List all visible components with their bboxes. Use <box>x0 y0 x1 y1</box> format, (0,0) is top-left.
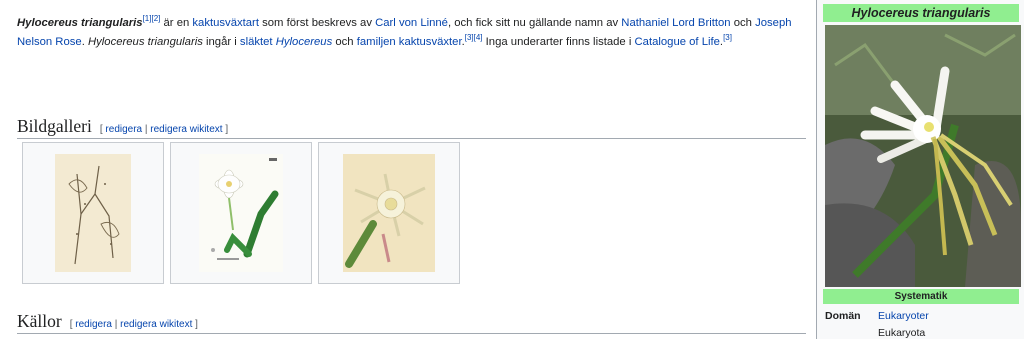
intro-text: som först beskrevs av <box>258 17 376 29</box>
link-genus-prefix[interactable]: släktet <box>240 36 276 48</box>
edit-link[interactable]: redigera <box>75 319 112 330</box>
edit-separator: | <box>111 319 121 330</box>
taxobox-row-value-link[interactable]: Eukaryoter <box>878 308 929 324</box>
gallery-item[interactable] <box>170 142 312 284</box>
intro-text: ingår i <box>202 36 240 48</box>
gallery-heading-title: Bildgalleri <box>17 116 92 136</box>
link-catalogue-of-life[interactable]: Catalogue of Life <box>635 36 720 48</box>
taxobox-title: Hylocereus triangularis <box>823 4 1019 22</box>
ref-link-3-4[interactable]: [3][4] <box>465 33 483 42</box>
link-cactus-species[interactable]: kaktusväxtart <box>192 17 259 29</box>
image-gallery <box>22 142 460 284</box>
intro-text: och <box>730 17 756 29</box>
ref-link-1-2[interactable]: [1][2] <box>143 14 161 23</box>
edit-links: [ redigera | redigera wikitext ] <box>100 124 228 135</box>
references-heading: Källor [ redigera | redigera wikitext ] <box>17 311 806 334</box>
taxobox-photo[interactable] <box>825 25 1021 287</box>
link-britton[interactable]: Nathaniel Lord Britton <box>621 17 730 29</box>
taxon-name: Hylocereus triangularis <box>17 17 143 29</box>
edit-wikitext-link[interactable]: redigera wikitext <box>150 124 222 135</box>
edit-bracket: ] <box>192 319 198 330</box>
link-genus[interactable]: släktet Hylocereus <box>240 36 332 48</box>
gallery-item[interactable] <box>318 142 460 284</box>
references-heading-title: Källor <box>17 311 62 331</box>
intro-text: Inga underarter finns listade i <box>482 36 635 48</box>
edit-bracket: ] <box>222 124 229 135</box>
gallery-item[interactable] <box>22 142 164 284</box>
taxon-name-italic: Hylocereus triangularis <box>87 36 203 48</box>
intro-text: , och fick sitt nu gällande namn av <box>447 17 622 29</box>
edit-links: [ redigera | redigera wikitext ] <box>70 319 198 330</box>
taxobox: Hylocereus triangularis Systematik Domän… <box>816 0 1024 339</box>
intro-text: är en <box>160 17 193 29</box>
article-intro: Hylocereus triangularis[1][2] är en kakt… <box>17 14 809 52</box>
link-genus-name[interactable]: Hylocereus <box>276 36 333 48</box>
taxobox-row-label: Domän <box>825 310 861 322</box>
gallery-image-flower-painting[interactable] <box>343 154 435 272</box>
edit-link[interactable]: redigera <box>105 124 142 135</box>
gallery-heading: Bildgalleri [ redigera | redigera wikitex… <box>17 116 806 139</box>
gallery-image-flower-plate[interactable] <box>199 154 283 272</box>
ref-link-3[interactable]: [3] <box>723 33 732 42</box>
taxobox-systematics-header: Systematik <box>823 289 1019 304</box>
intro-text: och <box>332 36 357 48</box>
link-family[interactable]: familjen kaktusväxter <box>357 36 462 48</box>
edit-wikitext-link[interactable]: redigera wikitext <box>120 319 192 330</box>
link-linne[interactable]: Carl von Linné <box>375 17 448 29</box>
gallery-image-botanical-sketch[interactable] <box>55 154 131 272</box>
